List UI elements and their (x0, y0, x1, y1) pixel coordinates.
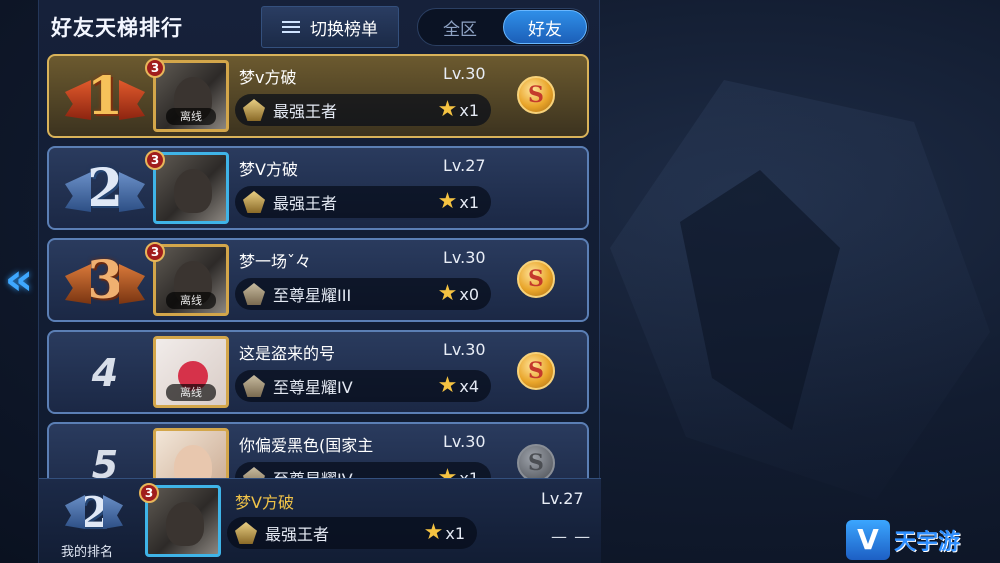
gift-coin-button[interactable]: S (517, 76, 555, 114)
player-name: 梦v方破 (239, 68, 297, 87)
tier-box: 最强王者 ★ x1 (227, 517, 477, 549)
tab-friends[interactable]: 好友 (503, 10, 587, 44)
site-watermark: V 天宇游 (846, 516, 1000, 563)
rank-number: 2 (86, 158, 124, 219)
avatar-level-badge: 3 (145, 242, 165, 262)
star-icon: ★ (423, 520, 444, 545)
my-rank-label: 我的排名 (61, 545, 114, 560)
background-silhouette (610, 80, 990, 500)
ranking-row[interactable]: 1 3 离线 梦v方破 Lv.30 最强王者 ★ x1 S (47, 54, 589, 138)
tier-name: 至尊星耀IV (273, 378, 353, 397)
panel-header: 好友天梯排行 切换榜单 全区 好友 (39, 0, 601, 54)
ranking-row[interactable]: 2 3 梦V方破 Lv.27 最强王者 ★ x1 (47, 146, 589, 230)
ranking-row[interactable]: 3 3 离线 梦一场ˇ々 Lv.30 至尊星耀III ★ x0 S (47, 238, 589, 322)
player-name: 梦V方破 (239, 160, 298, 179)
offline-status: 离线 (166, 108, 216, 125)
collapse-arrow-icon[interactable]: « (4, 255, 34, 305)
star-count: x1 (459, 192, 479, 212)
tier-box: 至尊星耀III ★ x0 (235, 278, 491, 310)
player-level: Lv.30 (443, 248, 486, 267)
my-coin-placeholder: — — (551, 527, 592, 546)
tier-box: 最强王者 ★ x1 (235, 94, 491, 126)
tier-emblem-icon (243, 467, 265, 478)
offline-status: 离线 (166, 384, 216, 401)
star-icon: ★ (437, 97, 458, 122)
rank-badge-1: 1 (63, 62, 147, 132)
ranking-row[interactable]: 4 离线 这是盗来的号 Lv.30 至尊星耀IV ★ x4 S (47, 330, 589, 414)
tier-box: 最强王者 ★ x1 (235, 186, 491, 218)
rank-number: 5 (91, 443, 119, 478)
watermark-text: 天宇游 (894, 529, 961, 555)
rank-badge-4: 4 (63, 338, 147, 408)
player-level: Lv.30 (443, 340, 486, 359)
rank-number: 1 (86, 66, 124, 127)
gift-coin-button[interactable]: S (517, 260, 555, 298)
star-count: x1 (459, 100, 479, 120)
player-level: Lv.30 (443, 432, 486, 451)
tier-name: 至尊星耀IV (273, 466, 438, 478)
gift-coin-button[interactable]: S (517, 352, 555, 390)
tier-name: 至尊星耀III (273, 286, 352, 305)
page-title: 好友天梯排行 (51, 16, 183, 40)
tier-emblem-icon (243, 283, 265, 305)
star-icon: ★ (437, 189, 458, 214)
player-name: 你偏爱黑色(国家主 (239, 436, 374, 455)
my-player-level: Lv.27 (541, 489, 584, 508)
player-level: Lv.30 (443, 64, 486, 83)
tier-box: 至尊星耀IV ★ x1 (235, 462, 491, 478)
background-shadow (680, 170, 840, 430)
rank-badge-3: 3 (63, 246, 147, 316)
scope-toggle: 全区 好友 (417, 8, 589, 46)
offline-status: 离线 (166, 292, 216, 309)
my-rank-bar: 2 我的排名 3 梦V方破 Lv.27 最强王者 ★ x1 — — (39, 478, 601, 563)
gift-coin-button[interactable]: S (517, 444, 555, 478)
tier-name: 最强王者 (273, 194, 338, 213)
star-icon: ★ (437, 465, 458, 479)
avatar-level-badge: 3 (145, 58, 165, 78)
rank-badge-2: 2 (63, 154, 147, 224)
avatar[interactable] (153, 428, 229, 478)
star-icon: ★ (437, 373, 458, 398)
avatar-level-badge: 3 (139, 483, 159, 503)
tab-all-region[interactable]: 全区 (419, 10, 501, 44)
my-rank-badge: 2 (63, 485, 125, 541)
tier-emblem-icon (243, 375, 265, 397)
rank-number: 3 (86, 250, 124, 311)
star-icon: ★ (437, 281, 458, 306)
avatar-level-badge: 3 (145, 150, 165, 170)
star-count: x0 (459, 284, 479, 304)
tier-box: 至尊星耀IV ★ x4 (235, 370, 491, 402)
tier-emblem-icon (243, 99, 265, 121)
watermark-logo-icon: V (846, 519, 890, 560)
switch-list-label: 切换榜单 (310, 19, 378, 40)
player-level: Lv.27 (443, 156, 486, 175)
my-player-name: 梦V方破 (235, 493, 294, 512)
star-count: x4 (459, 376, 479, 396)
list-icon (282, 20, 300, 34)
rank-number: 4 (91, 351, 119, 395)
player-name: 梦一场ˇ々 (239, 252, 312, 271)
tier-name: 最强王者 (265, 525, 330, 544)
rank-badge-5: 5 (63, 430, 147, 478)
ranking-row[interactable]: 5 你偏爱黑色(国家主 Lv.30 至尊星耀IV ★ x1 S (47, 422, 589, 478)
tier-name: 最强王者 (273, 102, 338, 121)
avatar[interactable]: 离线 (153, 336, 229, 408)
star-count: x1 (445, 523, 465, 543)
star-count: x1 (459, 468, 479, 479)
player-name: 这是盗来的号 (239, 344, 336, 363)
tier-emblem-icon (235, 522, 257, 544)
switch-list-button[interactable]: 切换榜单 (261, 6, 399, 48)
ranking-list: 1 3 离线 梦v方破 Lv.30 最强王者 ★ x1 S 2 3 梦V方破 L… (47, 54, 589, 478)
tier-emblem-icon (243, 191, 265, 213)
ladder-panel: 好友天梯排行 切换榜单 全区 好友 1 3 离线 梦v方破 Lv.30 最强王者… (38, 0, 601, 563)
